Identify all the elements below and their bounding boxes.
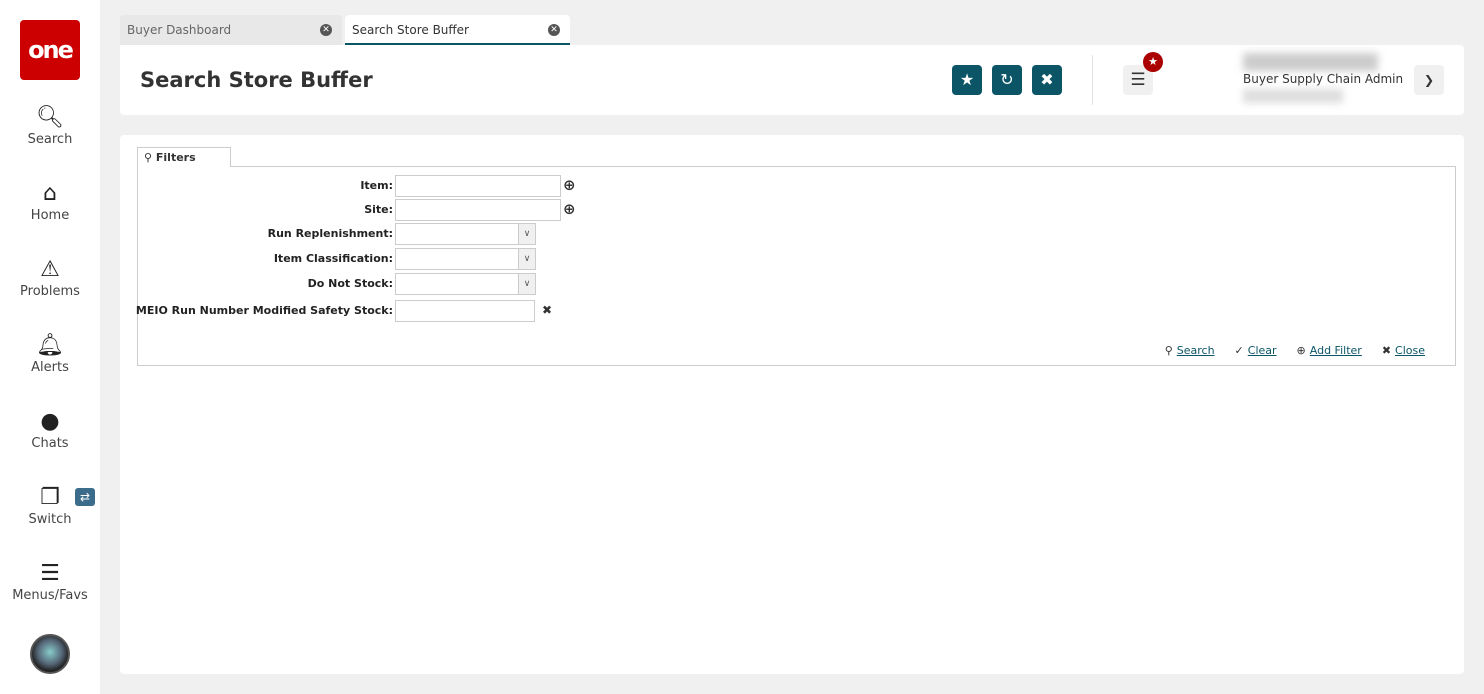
close-icon: ✖	[1381, 344, 1392, 357]
nav-home[interactable]: ⌂ Home	[0, 181, 100, 224]
zoom-in-icon[interactable]: ⊕	[563, 176, 576, 194]
sidebar: one 🔍︎ Search ⌂ Home ⚠ Problems 🔔︎ Alerts ● C…	[0, 0, 100, 694]
menu-icon: ☰	[1130, 70, 1146, 90]
filter-do-not-stock: Do Not Stock: ∨	[138, 273, 838, 295]
tab-search-store-buffer[interactable]: Search Store Buffer ✕	[345, 15, 570, 45]
nav-alerts[interactable]: 🔔︎ Alerts	[0, 333, 100, 376]
tab-buyer-dashboard[interactable]: Buyer Dashboard ✕	[120, 15, 342, 45]
chevron-down-icon: ∨	[518, 224, 535, 244]
site-input[interactable]	[395, 199, 561, 221]
tab-label: Buyer Dashboard	[127, 23, 232, 37]
page-title: Search Store Buffer	[140, 68, 373, 92]
search-action[interactable]: ⚲ Search	[1165, 344, 1215, 357]
nav-menus-favs[interactable]: ☰ Menus/Favs	[0, 561, 100, 604]
divider	[1092, 55, 1093, 105]
search-icon: 🔍︎	[36, 105, 64, 130]
close-tab-icon[interactable]: ✕	[548, 24, 560, 36]
filter-meio-run-number: MEIO Run Number Modified Safety Stock: ✖	[135, 300, 838, 322]
logo[interactable]: one	[20, 20, 80, 80]
chevron-down-icon: ∨	[518, 249, 535, 269]
nav-problems[interactable]: ⚠ Problems	[0, 257, 100, 300]
favorites-badge-icon[interactable]: ★	[1143, 52, 1163, 72]
refresh-button[interactable]: ↻	[992, 65, 1022, 95]
close-button[interactable]: ✖	[1032, 65, 1062, 95]
warning-icon: ⚠	[40, 257, 60, 282]
user-org-blurred	[1243, 89, 1343, 103]
chevron-down-icon: ❯	[1423, 73, 1435, 87]
filter-label: Run Replenishment:	[267, 227, 393, 240]
search-icon: ⚲	[144, 151, 156, 164]
close-link[interactable]: Close	[1395, 344, 1425, 357]
nav-label: Problems	[20, 284, 80, 299]
chevron-down-icon: ∨	[518, 274, 535, 294]
do-not-stock-select[interactable]: ∨	[395, 273, 536, 295]
filters-tab-label: Filters	[155, 151, 196, 164]
home-icon: ⌂	[43, 181, 57, 206]
nav-label: Switch	[28, 512, 72, 527]
tab-label: Search Store Buffer	[352, 23, 469, 37]
star-icon: ★	[959, 70, 975, 89]
filters-tab[interactable]: ⚲ Filters	[137, 147, 231, 167]
filter-label: Site:	[364, 203, 393, 216]
nav-label: Menus/Favs	[12, 588, 88, 603]
run-replenishment-select[interactable]: ∨	[395, 223, 536, 245]
item-classification-select[interactable]: ∨	[395, 248, 536, 270]
close-tab-icon[interactable]: ✕	[320, 24, 332, 36]
close-icon: ✖	[1040, 70, 1054, 89]
filter-label: Item:	[360, 179, 393, 192]
nav-label: Home	[30, 208, 70, 223]
filter-run-replenishment: Run Replenishment: ∨	[138, 223, 838, 245]
chat-icon: ●	[40, 409, 60, 434]
close-action[interactable]: ✖ Close	[1382, 344, 1425, 357]
avatar[interactable]	[30, 634, 70, 674]
page-header: Search Store Buffer ★ ↻ ✖ ☰ ★ Buyer Supp…	[120, 45, 1464, 115]
plus-circle-icon: ⊕	[1296, 344, 1306, 357]
filter-site: Site: ⊕	[138, 199, 838, 221]
filter-actions: ⚲ Search ✓ Clear ⊕ Add Filter ✖ Close	[1165, 344, 1425, 357]
nav-label: Alerts	[31, 360, 69, 375]
nav-label: Search	[27, 132, 73, 147]
filters-panel: Item: ⊕ Site: ⊕ Run Replenishment: ∨ Item C…	[135, 166, 1456, 366]
filter-item: Item: ⊕	[138, 175, 838, 197]
remove-filter-icon[interactable]: ✖	[542, 303, 552, 317]
nav-label: Chats	[31, 436, 69, 451]
main-panel: ⚲ Filters Item: ⊕ Site: ⊕ Run Replenishmen…	[120, 135, 1464, 674]
nav-search[interactable]: 🔍︎ Search	[0, 105, 100, 148]
search-icon: ⚲	[1164, 344, 1173, 357]
add-filter-link[interactable]: Add Filter	[1310, 344, 1362, 357]
nav-chats[interactable]: ● Chats	[0, 409, 100, 452]
broom-icon: ✓	[1234, 344, 1244, 357]
zoom-in-icon[interactable]: ⊕	[563, 200, 576, 218]
user-role: Buyer Supply Chain Admin	[1243, 72, 1404, 86]
meio-run-number-input[interactable]	[395, 300, 535, 322]
filter-label: Item Classification:	[273, 252, 393, 265]
bell-icon: 🔔︎	[36, 333, 64, 358]
user-name-blurred	[1243, 53, 1378, 71]
favorite-button[interactable]: ★	[952, 65, 982, 95]
menu-icon: ☰	[40, 561, 60, 586]
filter-label: MEIO Run Number Modified Safety Stock:	[135, 304, 393, 317]
filter-item-classification: Item Classification: ∨	[138, 248, 838, 270]
filter-label: Do Not Stock:	[307, 277, 393, 290]
user-menu-dropdown[interactable]: ❯	[1414, 65, 1444, 95]
add-filter-action[interactable]: ⊕ Add Filter	[1297, 344, 1362, 357]
refresh-icon: ↻	[1000, 70, 1014, 89]
clear-action[interactable]: ✓ Clear	[1235, 344, 1277, 357]
switch-badge-icon[interactable]: ⇄	[75, 488, 95, 506]
item-input[interactable]	[395, 175, 561, 197]
search-link[interactable]: Search	[1177, 344, 1215, 357]
clear-link[interactable]: Clear	[1248, 344, 1277, 357]
